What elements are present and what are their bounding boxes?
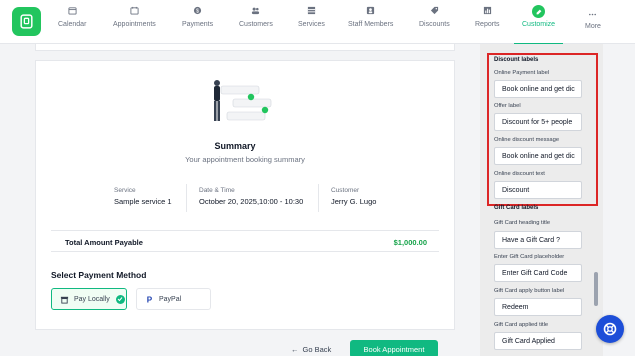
nav-discounts[interactable]: Discounts <box>419 6 450 42</box>
pay-locally-option[interactable]: Pay Locally <box>51 288 127 310</box>
card-top-edge <box>35 44 455 51</box>
support-icon <box>603 322 617 336</box>
summary-subtitle: Your appointment booking summary <box>185 155 305 164</box>
nav-more[interactable]: More <box>585 10 601 46</box>
gift-card-button-input[interactable]: Redeem <box>494 298 582 316</box>
nav-label: Reports <box>475 21 500 28</box>
customer-value: Jerry G. Lugo <box>331 197 377 206</box>
customer-label: Customer <box>331 187 360 194</box>
field-label: Gift Card heading title <box>494 220 551 226</box>
total-value: $1,000.00 <box>393 238 427 247</box>
gift-card-section-title: Gift Card labels <box>494 205 539 211</box>
nav-staff-members[interactable]: Staff Members <box>348 6 393 42</box>
payments-icon: $ <box>193 6 202 15</box>
staff-icon <box>366 6 375 15</box>
highlight-box <box>487 53 598 206</box>
datetime-info: Date & Time October 20, 2025,10:00 - 10:… <box>199 187 303 206</box>
gift-card-applied-input[interactable]: Gift Card Applied <box>494 332 582 350</box>
nav-label: Customers <box>239 21 273 28</box>
customers-icon <box>251 6 260 15</box>
check-icon <box>115 294 125 304</box>
field-label: Gift Card applied title <box>494 322 549 328</box>
nav-services[interactable]: Services <box>298 6 325 42</box>
pay-locally-label: Pay Locally <box>74 295 110 303</box>
store-icon <box>60 295 69 304</box>
book-appointment-button[interactable]: Book Appointment <box>350 340 438 356</box>
total-row: Total Amount Payable $1,000.00 <box>51 230 439 252</box>
nav-customers[interactable]: Customers <box>239 6 273 42</box>
nav-payments[interactable]: $ Payments <box>182 6 213 42</box>
panel-scrollbar[interactable] <box>594 272 598 306</box>
go-back-button[interactable]: ← Go Back <box>291 345 331 354</box>
nav-label: More <box>585 23 601 30</box>
payment-method-title: Select Payment Method <box>51 270 147 280</box>
app-logo[interactable] <box>12 7 41 36</box>
summary-title: Summary <box>214 141 256 151</box>
reports-icon <box>483 6 492 15</box>
service-value: Sample service 1 <box>114 197 172 206</box>
services-icon <box>307 6 316 15</box>
svg-text:$: $ <box>196 8 199 14</box>
paypal-option[interactable]: P PayPal <box>136 288 211 310</box>
divider <box>318 184 319 212</box>
service-label: Service <box>114 187 136 194</box>
support-chat-button[interactable] <box>596 315 624 343</box>
nav-label: Discounts <box>419 21 450 28</box>
nav-label: Services <box>298 21 325 28</box>
nav-label: Customize <box>522 21 556 28</box>
gift-card-heading-input[interactable]: Have a Gift Card ? <box>494 231 582 249</box>
go-back-label: Go Back <box>302 345 332 354</box>
nav-label: Staff Members <box>348 21 394 28</box>
customize-icon <box>532 5 546 18</box>
summary-illustration-icon <box>214 80 272 121</box>
nav-reports[interactable]: Reports <box>475 6 500 42</box>
arrow-left-icon: ← <box>291 345 299 354</box>
divider <box>186 184 187 212</box>
datetime-label: Date & Time <box>199 187 235 194</box>
appointments-icon <box>130 6 139 15</box>
total-label: Total Amount Payable <box>65 238 143 247</box>
paypal-icon: P <box>145 295 154 303</box>
paypal-label: PayPal <box>159 295 182 303</box>
discounts-icon <box>430 6 439 15</box>
nav-label: Payments <box>182 21 214 28</box>
logo-icon <box>20 14 33 29</box>
nav-label: Appointments <box>113 21 156 28</box>
field-label: Gift Card apply button label <box>494 288 565 294</box>
more-icon <box>588 10 597 19</box>
customer-info: Customer Jerry G. Lugo <box>331 187 376 206</box>
gift-card-placeholder-input[interactable]: Enter Gift Card Code <box>494 264 582 282</box>
svg-text:P: P <box>147 295 153 303</box>
nav-appointments[interactable]: Appointments <box>113 6 156 42</box>
field-label: Enter Gift Card placeholder <box>494 254 565 260</box>
calendar-icon <box>68 6 77 15</box>
service-info: Service Sample service 1 <box>114 187 172 206</box>
nav-label: Calendar <box>58 21 87 28</box>
top-nav: Calendar Appointments $ Payments Custome… <box>0 0 635 46</box>
nav-customize[interactable]: Customize <box>513 5 564 45</box>
nav-calendar[interactable]: Calendar <box>58 6 86 42</box>
datetime-value: October 20, 2025,10:00 - 10:30 <box>199 197 304 206</box>
